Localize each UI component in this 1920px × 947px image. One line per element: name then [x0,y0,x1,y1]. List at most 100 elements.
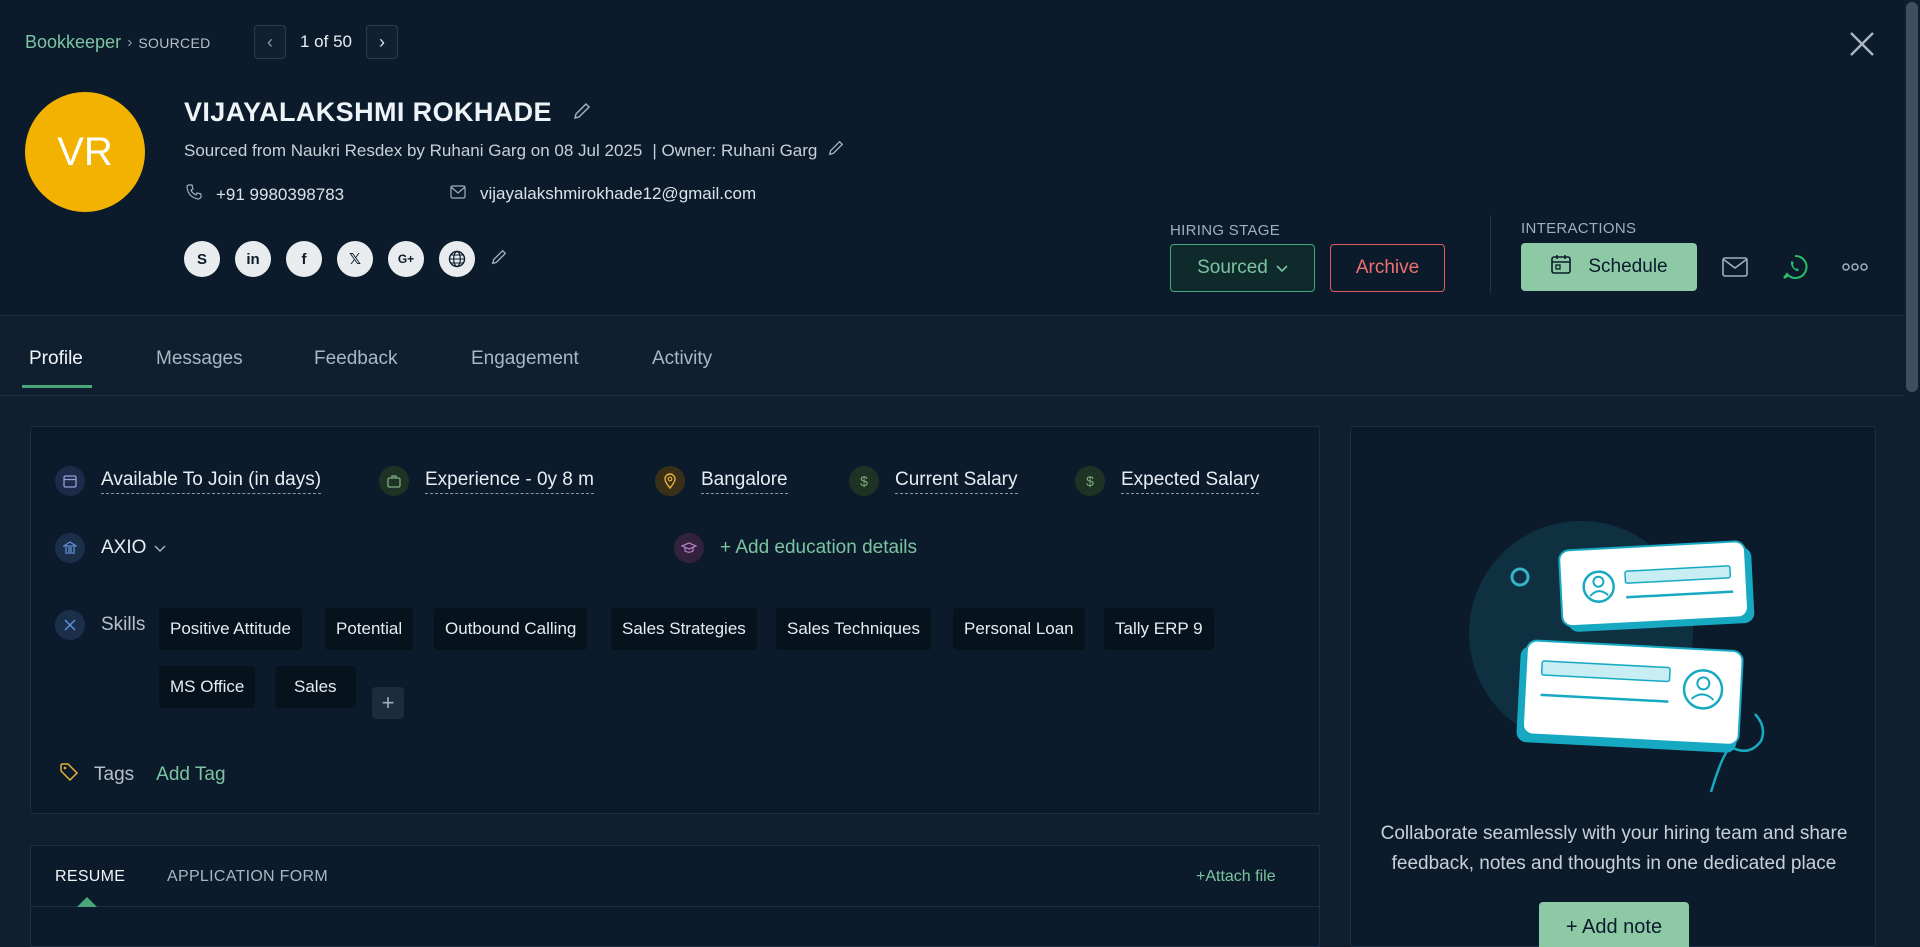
email-contact: vijayalakshmirokhade12@gmail.com [450,184,756,204]
hiring-stage-label: HIRING STAGE [1170,222,1280,239]
candidate-name: VIJAYALAKSHMI ROKHADE [184,97,552,127]
skill-chip[interactable]: Personal Loan [953,608,1085,650]
schedule-label: Schedule [1588,256,1668,277]
header-divider [1490,215,1491,293]
available-to-join[interactable]: Available To Join (in days) [55,466,322,496]
chevron-down-icon [1276,257,1288,279]
close-icon[interactable] [1844,26,1880,62]
current-salary[interactable]: $ Current Salary [849,466,1018,496]
experience-label: Experience - 0y 8 m [425,469,594,494]
breadcrumb-stage: SOURCED [138,34,211,51]
tags-label: Tags [94,764,135,785]
previous-candidate-button[interactable]: ‹ [254,25,286,59]
x-icon[interactable]: 𝕏 [337,241,373,277]
schedule-button[interactable]: Schedule [1521,243,1697,291]
calendar-icon [55,466,85,496]
notes-description: Collaborate seamlessly with your hiring … [1380,823,1848,874]
notes-card: Collaborate seamlessly with your hiring … [1350,426,1876,947]
tab-resume[interactable]: RESUME [55,868,125,886]
edit-owner-pencil-icon[interactable] [827,139,845,162]
phone-number[interactable]: +91 9980398783 [216,185,344,205]
archive-button[interactable]: Archive [1330,244,1445,292]
scrollbar-thumb[interactable] [1906,2,1918,392]
expected-salary[interactable]: $ Expected Salary [1075,466,1260,496]
resume-section: RESUME APPLICATION FORM +Attach file [30,845,1321,947]
pager-count: 1 of 50 [300,32,352,51]
tab-engagement[interactable]: Engagement [471,348,579,370]
bank-building-icon [55,533,85,563]
tag-icon [60,763,80,787]
location-pin-icon [655,466,685,496]
candidate-header: Bookkeeper › SOURCED ‹ 1 of 50 › VR VIJA… [0,0,1904,316]
add-note-button[interactable]: + Add note [1539,902,1689,947]
add-skill-button[interactable]: + [372,687,404,719]
expected-salary-label: Expected Salary [1121,469,1260,494]
whatsapp-icon[interactable] [1778,250,1812,284]
location-label: Bangalore [701,469,788,494]
current-salary-label: Current Salary [895,469,1018,494]
add-tag-button[interactable]: Add Tag [156,764,225,786]
social-links: S in f 𝕏 G+ [184,241,508,277]
collaboration-illustration [1469,521,1765,793]
tags-row: Tags Add Tag [60,763,226,787]
skill-chip[interactable]: Sales [275,666,356,708]
candidate-name-row: VIJAYALAKSHMI ROKHADE [184,97,592,128]
skill-chip[interactable]: MS Office [159,666,256,708]
source-line: Sourced from Naukri Resdex by Ruhani Gar… [184,139,845,162]
linkedin-icon[interactable]: in [235,241,271,277]
facebook-icon[interactable]: f [286,241,322,277]
tools-icon [55,610,85,640]
dollar-icon: $ [1075,466,1105,496]
skills-label-row: Skills [55,610,145,640]
tab-messages[interactable]: Messages [156,348,243,370]
mail-icon [450,184,466,204]
breadcrumb-job-link[interactable]: Bookkeeper [25,32,121,53]
resume-divider [31,906,1321,907]
location[interactable]: Bangalore [655,466,788,496]
skills-label: Skills [101,614,146,635]
skype-icon[interactable]: S [184,241,220,277]
source-text: Sourced from Naukri Resdex by Ruhani Gar… [184,140,643,160]
tab-activity[interactable]: Activity [652,348,712,370]
website-icon[interactable] [439,241,475,277]
company-name: AXIO [101,537,147,558]
phone-icon [186,184,202,205]
edit-name-pencil-icon[interactable] [572,97,592,128]
chevron-down-icon [154,537,166,559]
skill-chip[interactable]: Tally ERP 9 [1104,608,1214,650]
add-education-label: + Add education details [720,537,918,558]
candidate-pager: ‹ 1 of 50 › [254,25,398,59]
next-candidate-button[interactable]: › [366,25,398,59]
interactions-label: INTERACTIONS [1521,220,1637,237]
graduation-cap-icon [674,533,704,563]
avatar: VR [25,92,145,212]
dollar-icon: $ [849,466,879,496]
more-options-icon[interactable] [1838,250,1872,284]
skill-chip[interactable]: Potential [325,608,414,650]
tab-application-form[interactable]: APPLICATION FORM [167,868,328,886]
briefcase-icon [379,466,409,496]
skill-chip[interactable]: Positive Attitude [159,608,302,650]
hiring-stage-dropdown[interactable]: Sourced [1170,244,1315,292]
email-address[interactable]: vijayalakshmirokhade12@gmail.com [480,184,756,204]
profile-tabs: Profile Messages Feedback Engagement Act… [0,316,1904,396]
hiring-stage-value: Sourced [1197,257,1268,278]
skill-chip[interactable]: Sales Techniques [776,608,931,650]
experience[interactable]: Experience - 0y 8 m [379,466,594,496]
chevron-right-icon: › [127,33,133,51]
attach-file-button[interactable]: +Attach file [1196,868,1276,886]
tab-profile[interactable]: Profile [29,348,83,370]
phone-contact: +91 9980398783 [186,184,344,205]
add-education[interactable]: + Add education details [674,533,917,563]
skill-chip[interactable]: Outbound Calling [434,608,588,650]
google-plus-icon[interactable]: G+ [388,241,424,277]
tab-feedback[interactable]: Feedback [314,348,397,370]
available-to-join-label: Available To Join (in days) [101,469,322,494]
company[interactable]: AXIO [55,533,166,563]
edit-socials-pencil-icon[interactable] [490,248,508,271]
email-icon[interactable] [1718,250,1752,284]
active-resume-tab-indicator [77,897,97,907]
breadcrumb: Bookkeeper › SOURCED [25,32,211,53]
owner-text: | Owner: Ruhani Garg [652,140,818,160]
skill-chip[interactable]: Sales Strategies [611,608,757,650]
